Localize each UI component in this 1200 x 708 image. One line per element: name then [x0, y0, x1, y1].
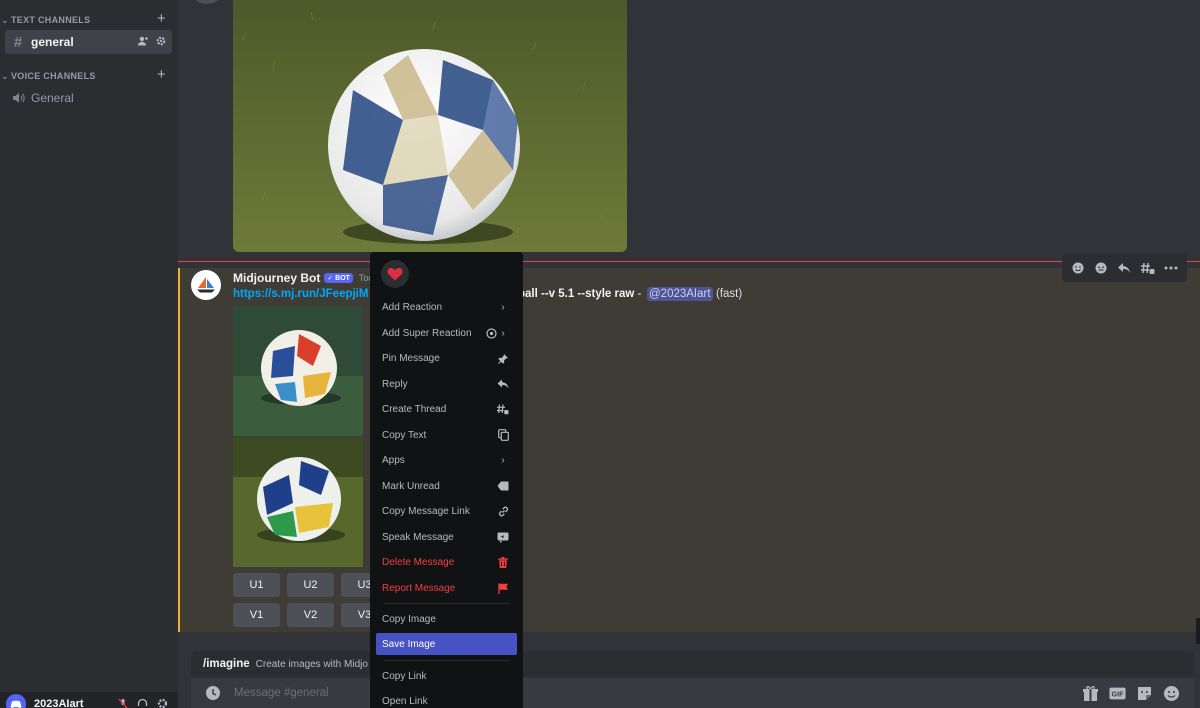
- menu-separator: [384, 603, 509, 604]
- headset-icon[interactable]: [137, 698, 148, 708]
- pin-icon: [497, 352, 509, 364]
- avatar: [192, 0, 222, 4]
- add-channel-icon[interactable]: +: [157, 66, 166, 83]
- category-label: TEXT CHANNELS: [11, 15, 91, 25]
- user-mention[interactable]: @2023AIart: [647, 287, 713, 301]
- avatar[interactable]: [6, 694, 26, 708]
- menu-item-open-link[interactable]: Open Link: [376, 690, 517, 708]
- chevron-right-icon: ›: [501, 327, 505, 339]
- category-label: VOICE CHANNELS: [11, 71, 96, 81]
- create-thread-icon[interactable]: [1140, 262, 1155, 275]
- separator: -: [637, 288, 642, 300]
- channel-sidebar: ⌄ TEXT CHANNELS + # general ⌄ VOICE CHAN…: [0, 0, 178, 708]
- menu-item-reply[interactable]: Reply: [376, 373, 517, 395]
- svg-text:GIF: GIF: [1112, 691, 1125, 699]
- channel-name: General: [31, 91, 74, 105]
- slash-command-suggestion[interactable]: /imagine Create images with Midjo: [191, 651, 1194, 677]
- menu-item-pin-message[interactable]: Pin Message: [376, 347, 517, 369]
- message-header: Midjourney Bot ✓ BOT Today: [233, 271, 383, 285]
- menu-item-speak-message[interactable]: Speak Message: [376, 526, 517, 548]
- speaker-icon: [11, 92, 25, 104]
- grid-image-3[interactable]: [233, 437, 363, 567]
- variation-button-2[interactable]: V2: [287, 603, 334, 627]
- category-text-channels[interactable]: ⌄ TEXT CHANNELS +: [0, 10, 178, 28]
- username: 2023AIart: [34, 698, 84, 708]
- copy-icon: [497, 429, 509, 441]
- upscale-button-2[interactable]: U2: [287, 573, 334, 597]
- menu-item-report-message[interactable]: Report Message: [376, 577, 517, 599]
- command-description: Create images with Midjo: [255, 658, 368, 670]
- scrollbar-thumb[interactable]: [1196, 618, 1200, 644]
- message-input[interactable]: Message #general: [234, 687, 329, 699]
- author-name[interactable]: Midjourney Bot: [233, 271, 320, 285]
- mute-microphone-icon[interactable]: [118, 698, 128, 708]
- bot-avatar[interactable]: [191, 270, 221, 300]
- message-context-menu: Add Reaction › Add Super Reaction › Pin …: [370, 252, 523, 708]
- clock-icon[interactable]: [205, 685, 221, 701]
- hashtag-icon: #: [13, 33, 23, 51]
- add-channel-icon[interactable]: +: [157, 10, 166, 27]
- speed-label: (fast): [716, 288, 743, 300]
- add-member-icon[interactable]: [138, 36, 149, 49]
- user-settings-gear-icon[interactable]: [157, 698, 168, 708]
- gift-icon[interactable]: [1082, 685, 1099, 702]
- emoji-icon[interactable]: [1163, 685, 1180, 702]
- menu-item-copy-text[interactable]: Copy Text: [376, 424, 517, 446]
- gif-icon[interactable]: GIF: [1109, 685, 1126, 702]
- more-options-icon[interactable]: [1164, 266, 1178, 270]
- channel-item-general[interactable]: # general: [5, 30, 172, 54]
- user-panel: 2023AIart: [0, 692, 178, 708]
- channel-name: general: [31, 35, 74, 49]
- super-reaction-icon: [485, 327, 497, 339]
- super-reaction-icon[interactable]: [1094, 261, 1108, 275]
- chat-area: Midjourney Bot ✓ BOT Today https://s.mj.…: [178, 0, 1200, 708]
- chevron-right-icon: ›: [501, 301, 505, 313]
- voice-channel-general[interactable]: General: [5, 86, 172, 110]
- prompt-text: ball --v 5.1 --style raw -: [518, 288, 642, 300]
- reply-icon[interactable]: [1117, 262, 1131, 274]
- category-voice-channels[interactable]: ⌄ VOICE CHANNELS +: [0, 66, 178, 84]
- bot-badge: ✓ BOT: [324, 273, 353, 283]
- menu-item-delete-message[interactable]: Delete Message: [376, 551, 517, 573]
- speak-icon: [497, 531, 509, 543]
- message-toolbar: [1062, 254, 1187, 282]
- command-name: /imagine: [203, 658, 250, 670]
- menu-item-add-super-reaction[interactable]: Add Super Reaction ›: [376, 322, 517, 344]
- mark-unread-icon: [497, 480, 509, 492]
- quick-reaction-heart[interactable]: [381, 260, 409, 288]
- link-icon: [497, 505, 509, 517]
- chevron-down-icon: ⌄: [1, 15, 9, 25]
- menu-item-create-thread[interactable]: Create Thread: [376, 398, 517, 420]
- upscale-button-1[interactable]: U1: [233, 573, 280, 597]
- menu-item-save-image[interactable]: Save Image: [376, 633, 517, 655]
- menu-item-copy-image[interactable]: Copy Image: [376, 608, 517, 630]
- reply-icon: [497, 378, 509, 390]
- thread-icon: [497, 403, 509, 415]
- gear-icon[interactable]: [156, 36, 166, 49]
- menu-item-copy-link[interactable]: Copy Link: [376, 665, 517, 687]
- message-composer[interactable]: Message #general GIF: [191, 678, 1194, 708]
- grid-image-1[interactable]: [233, 306, 363, 436]
- new-messages-divider: [178, 261, 1200, 262]
- menu-item-mark-unread[interactable]: Mark Unread: [376, 475, 517, 497]
- prompt-link[interactable]: https://s.mj.run/JFeepjiM: [233, 288, 368, 300]
- trash-icon: [497, 556, 509, 568]
- flag-icon: [497, 582, 509, 594]
- add-reaction-icon[interactable]: [1071, 261, 1085, 275]
- variation-button-1[interactable]: V1: [233, 603, 280, 627]
- message-image-football[interactable]: [233, 0, 627, 252]
- menu-item-apps[interactable]: Apps ›: [376, 449, 517, 471]
- chevron-down-icon: ⌄: [1, 71, 9, 81]
- message-content: https://s.mj.run/JFeepjiM ball --v 5.1 -…: [233, 287, 742, 301]
- menu-item-copy-message-link[interactable]: Copy Message Link: [376, 500, 517, 522]
- menu-separator: [384, 660, 509, 661]
- sticker-icon[interactable]: [1136, 685, 1153, 702]
- menu-item-add-reaction[interactable]: Add Reaction ›: [376, 296, 517, 318]
- chevron-right-icon: ›: [501, 454, 505, 466]
